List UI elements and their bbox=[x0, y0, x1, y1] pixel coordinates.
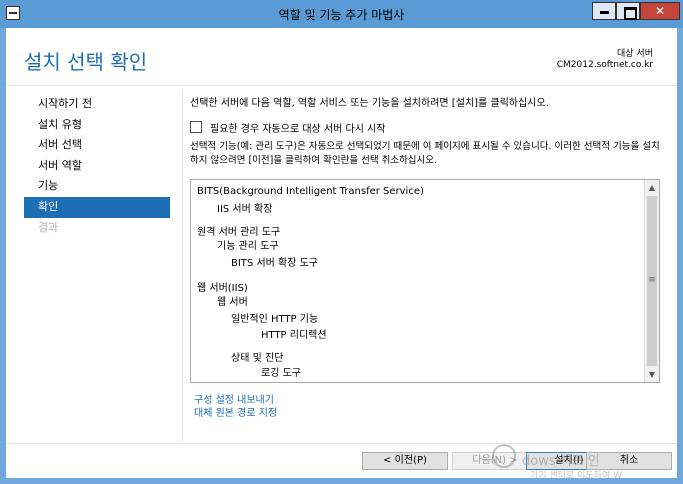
grip-icon: ≡ bbox=[648, 275, 656, 285]
restart-checkbox[interactable] bbox=[190, 121, 202, 133]
page-title: 설치 선택 확인 bbox=[24, 50, 148, 74]
feature-item: HTTP 리디렉션 bbox=[261, 330, 327, 341]
restart-checkbox-label[interactable]: 필요한 경우 자동으로 대상 서버 다시 시작 bbox=[210, 120, 385, 135]
destination-label: 대상 서버 bbox=[617, 49, 653, 59]
nav-item[interactable]: 시작하기 전 bbox=[24, 94, 170, 115]
feature-item: 상태 및 진단 bbox=[231, 353, 284, 364]
content-pane: 선택한 서버에 다음 역할, 역할 서비스 또는 기능을 설치하려면 [설치]를… bbox=[182, 90, 670, 450]
destination-server: CM2012.softnet.co.kr bbox=[556, 60, 653, 70]
nav-item: 결과 bbox=[38, 220, 59, 234]
nav-item[interactable]: 설치 유형 bbox=[24, 115, 170, 136]
wizard-nav: 시작하기 전 설치 유형 서버 선택 서버 역할 기능 확인결과 bbox=[24, 94, 170, 238]
previous-button[interactable]: < 이전(P) bbox=[362, 452, 448, 470]
scrollbar[interactable]: ▲ ≡ ▼ bbox=[644, 180, 659, 382]
restart-option[interactable]: 필요한 경우 자동으로 대상 서버 다시 시작 bbox=[190, 120, 385, 135]
window-title: 역할 및 기능 추가 마법사 bbox=[278, 8, 405, 22]
feature-item: IIS 서버 확장 bbox=[217, 204, 273, 215]
nav-item[interactable]: 확인 bbox=[24, 196, 170, 218]
scroll-thumb[interactable]: ≡ bbox=[647, 196, 657, 366]
header: 설치 선택 확인 대상 서버 CM2012.softnet.co.kr bbox=[6, 28, 677, 86]
nav-item[interactable]: 서버 선택 bbox=[24, 135, 170, 156]
feature-item: BITS 서버 확장 도구 bbox=[231, 258, 319, 269]
feature-item: 로깅 도구 bbox=[261, 368, 301, 379]
feature-item: 웹 서버 bbox=[217, 297, 248, 308]
close-icon: ✕ bbox=[654, 4, 666, 18]
maximize-button[interactable] bbox=[616, 2, 640, 20]
scroll-down-icon[interactable]: ▼ bbox=[645, 367, 659, 382]
intro-text: 선택한 서버에 다음 역할, 역할 서비스 또는 기능을 설치하려면 [설치]를… bbox=[190, 98, 549, 109]
nav-item[interactable]: 기능 bbox=[24, 176, 170, 197]
close-button[interactable]: ✕ bbox=[640, 2, 680, 20]
wizard-client: 설치 선택 확인 대상 서버 CM2012.softnet.co.kr 시작하기… bbox=[6, 28, 677, 478]
alternate-source-link[interactable]: 대체 원본 경로 지정 bbox=[194, 407, 277, 420]
footer: < 이전(P) 다음(N) > 설치(I) 취소 bbox=[6, 443, 677, 478]
feature-item: 웹 서버(IIS) bbox=[197, 283, 248, 294]
feature-list[interactable]: ▲ ≡ ▼ BITS(Background Intelligent Transf… bbox=[190, 179, 660, 383]
wizard-window: 역할 및 기능 추가 마법사 ✕ 설치 선택 확인 대상 서버 CM2012.s… bbox=[0, 0, 683, 484]
feature-item: BITS(Background Intelligent Transfer Ser… bbox=[197, 186, 424, 197]
links: 구성 설정 내보내기 대체 원본 경로 지정 bbox=[194, 394, 277, 420]
scroll-up-icon[interactable]: ▲ bbox=[645, 180, 659, 195]
feature-item: 일반적인 HTTP 기능 bbox=[231, 314, 319, 325]
feature-item: 기능 관리 도구 bbox=[217, 241, 279, 252]
feature-item: 원격 서버 관리 도구 bbox=[197, 227, 281, 238]
cancel-button[interactable]: 취소 bbox=[586, 452, 672, 470]
export-settings-link[interactable]: 구성 설정 내보내기 bbox=[194, 394, 277, 407]
optional-features-note: 선택적 기능(예: 관리 도구)은 자동으로 선택되었기 때문에 이 페이지에 … bbox=[190, 141, 660, 166]
title-bar[interactable]: 역할 및 기능 추가 마법사 ✕ bbox=[0, 0, 683, 28]
nav-item[interactable]: 서버 역할 bbox=[24, 156, 170, 177]
minimize-button[interactable] bbox=[592, 2, 616, 20]
